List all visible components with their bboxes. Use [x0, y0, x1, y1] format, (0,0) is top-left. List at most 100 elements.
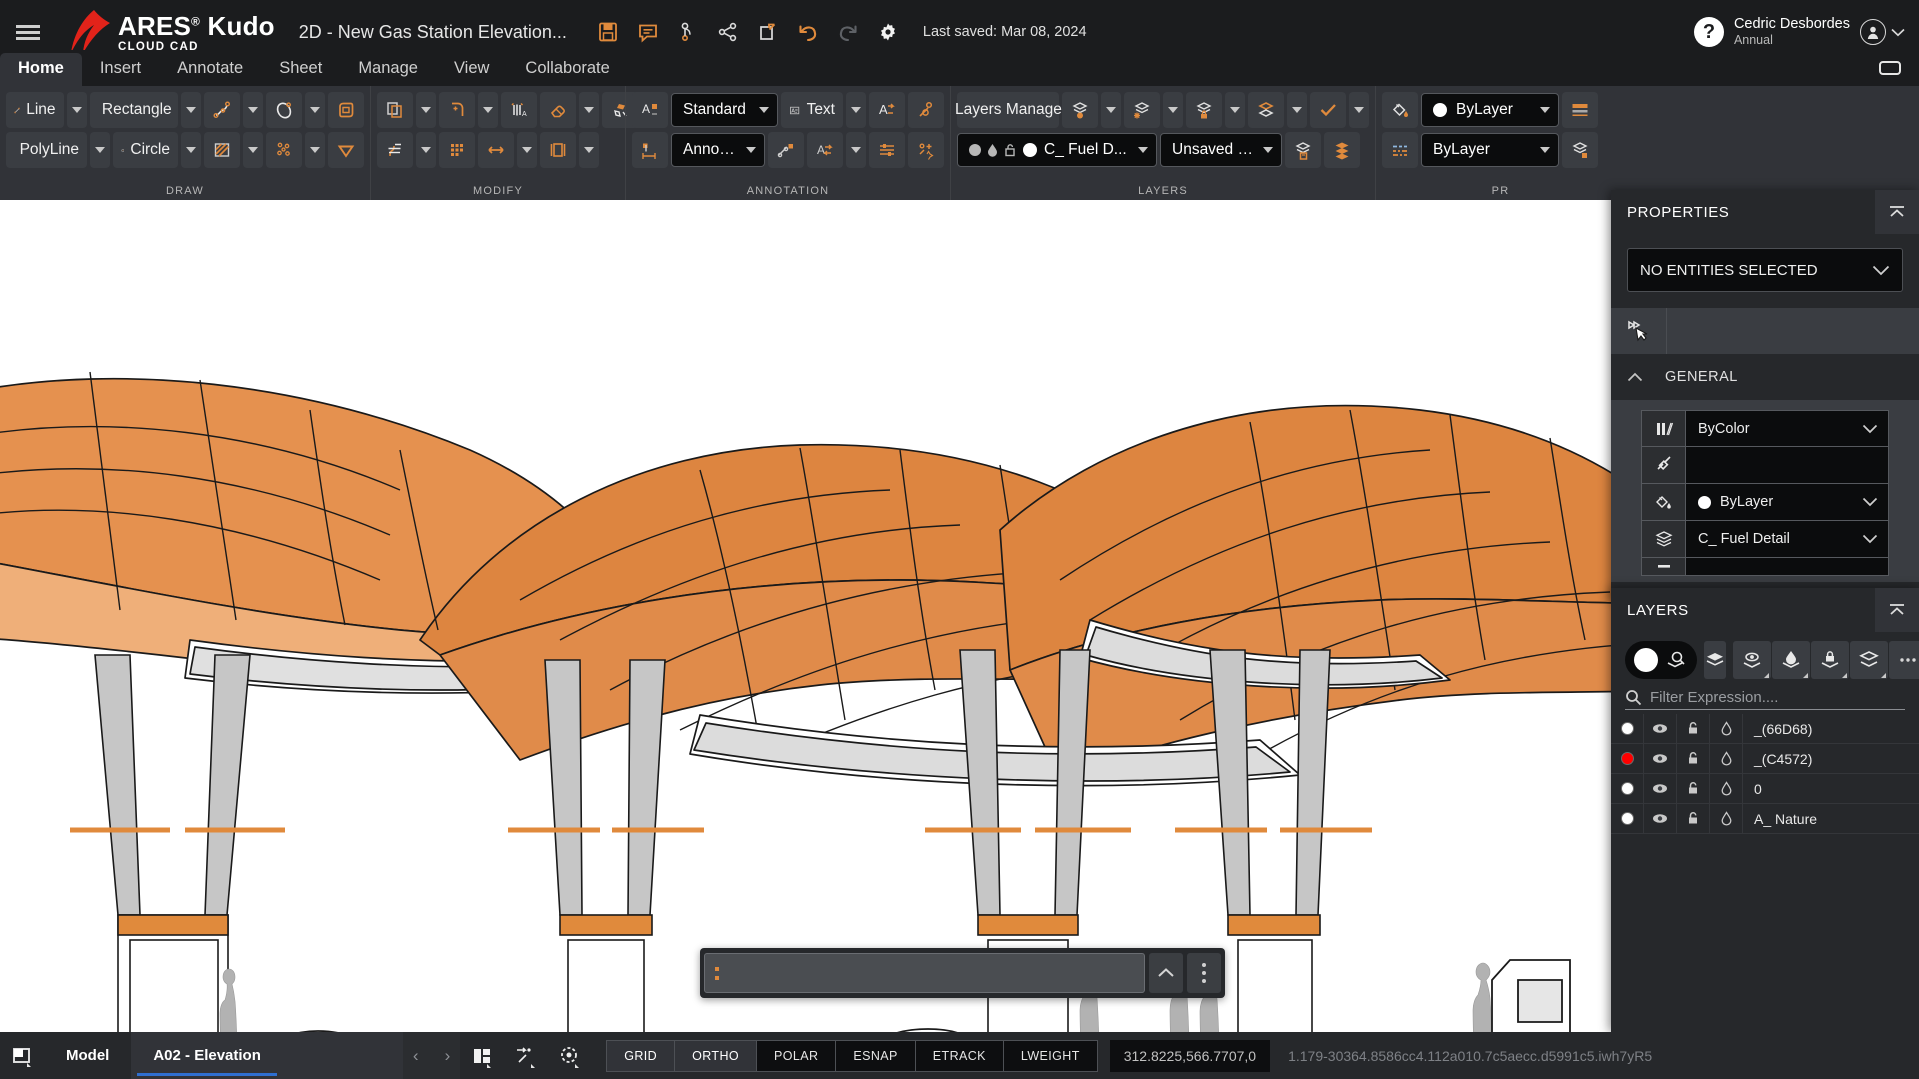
toggle-lweight[interactable]: LWEIGHT: [1004, 1041, 1097, 1071]
circle-dropdown[interactable]: [181, 132, 201, 168]
text-style-combo[interactable]: Standard: [671, 93, 778, 127]
dim-style-combo[interactable]: Annotative: [671, 133, 765, 167]
layer-apply-button[interactable]: [1310, 92, 1346, 128]
property-row-entity-color[interactable]: ByLayer: [1641, 484, 1889, 521]
lineweight-swatch-button[interactable]: [1562, 92, 1598, 128]
layer-filter[interactable]: Filter Expression....: [1625, 689, 1905, 710]
command-menu-button[interactable]: [1187, 953, 1221, 993]
tab-collaborate[interactable]: Collaborate: [507, 53, 627, 86]
trim-button[interactable]: [377, 132, 413, 168]
layers-collapse-button[interactable]: [1875, 588, 1919, 632]
layer-color-cell[interactable]: [1611, 804, 1644, 834]
text-style-button[interactable]: A: [632, 92, 668, 128]
spline-button[interactable]: [204, 92, 240, 128]
ellipse-button[interactable]: [266, 92, 302, 128]
layer-lock-cell[interactable]: [1677, 714, 1710, 744]
tab-insert[interactable]: Insert: [82, 53, 159, 86]
stretch-button[interactable]: [478, 132, 514, 168]
save-icon[interactable]: [589, 12, 627, 52]
layer-color-cell[interactable]: [1611, 774, 1644, 804]
layer-current-button[interactable]: [1248, 92, 1284, 128]
trim-dropdown[interactable]: [416, 132, 436, 168]
dim-linear-button[interactable]: [768, 132, 804, 168]
ribbon-collapse-icon[interactable]: [1877, 59, 1903, 82]
hatch-button[interactable]: [204, 132, 240, 168]
layer-current-dropdown[interactable]: [1287, 92, 1307, 128]
property-value-linetype-scale[interactable]: [1686, 447, 1888, 483]
stretch-dropdown[interactable]: [517, 132, 537, 168]
color-combo[interactable]: ByLayer: [1421, 93, 1559, 127]
tab-annotate[interactable]: Annotate: [159, 53, 261, 86]
property-value-lineweight[interactable]: [1686, 558, 1888, 575]
sheet-prev-button[interactable]: ‹: [413, 1046, 419, 1066]
more-options-button[interactable]: [1889, 641, 1919, 679]
layer-lock-dropdown[interactable]: [1225, 92, 1245, 128]
layer-prop-button[interactable]: [1562, 132, 1598, 168]
scale-dropdown[interactable]: [579, 132, 599, 168]
tab-home[interactable]: Home: [0, 53, 82, 86]
layer-isolate-button[interactable]: [1062, 92, 1098, 128]
layer-plot-cell[interactable]: [1710, 804, 1743, 834]
layer-plot-cell[interactable]: [1710, 774, 1743, 804]
entity-selection-combo[interactable]: NO ENTITIES SELECTED: [1627, 248, 1903, 292]
tab-view[interactable]: View: [436, 53, 507, 86]
fillet-button[interactable]: [439, 92, 475, 128]
rectangle-button[interactable]: Rectangle: [90, 92, 178, 128]
settings-gear-icon[interactable]: [869, 12, 907, 52]
toggle-grid[interactable]: GRID: [607, 1041, 675, 1071]
properties-collapse-button[interactable]: [1875, 190, 1919, 234]
table-row[interactable]: _(66D68): [1611, 714, 1919, 744]
property-row-color-bars[interactable]: ByColor: [1641, 410, 1889, 447]
property-value-layer[interactable]: C_ Fuel Detail: [1686, 521, 1888, 557]
command-expand-button[interactable]: [1149, 953, 1183, 993]
rectangle-dropdown[interactable]: [181, 92, 201, 128]
layer-lock-cell[interactable]: [1677, 744, 1710, 774]
leader-button[interactable]: [908, 92, 944, 128]
layer-freeze-button[interactable]: [1124, 92, 1160, 128]
toggle-etrack[interactable]: ETRACK: [916, 1041, 1004, 1071]
sheet-tab-a02-elevation[interactable]: A02 - Elevation: [131, 1032, 283, 1079]
pattern-array-button[interactable]: [439, 132, 475, 168]
table-row[interactable]: 0: [1611, 774, 1919, 804]
tab-manage[interactable]: Manage: [340, 53, 436, 86]
export-icon[interactable]: [749, 12, 787, 52]
share-icon[interactable]: [709, 12, 747, 52]
version-history-icon[interactable]: [669, 12, 707, 52]
layer-state-combo[interactable]: Unsaved L...: [1160, 133, 1282, 167]
toggle-visibility-button[interactable]: [1733, 641, 1771, 679]
polyline-button[interactable]: PolyLine: [6, 132, 87, 168]
layer-lock-cell[interactable]: [1677, 774, 1710, 804]
gradient-button[interactable]: [328, 132, 364, 168]
layer-plot-cell[interactable]: [1710, 744, 1743, 774]
text-edit-button[interactable]: A: [807, 132, 843, 168]
general-section-header[interactable]: GENERAL: [1611, 354, 1919, 400]
undo-icon[interactable]: [789, 12, 827, 52]
erase-dropdown[interactable]: [579, 92, 599, 128]
layer-visibility-cell[interactable]: [1644, 804, 1677, 834]
text-edit-dropdown[interactable]: [846, 132, 866, 168]
hatch-dropdown[interactable]: [243, 132, 263, 168]
layers-manager-button[interactable]: Layers Manager: [957, 92, 1059, 128]
polyline-dropdown[interactable]: [90, 132, 110, 168]
property-value-color-bars[interactable]: ByColor: [1686, 411, 1888, 446]
point-dropdown[interactable]: [305, 132, 325, 168]
layer-plot-cell[interactable]: [1710, 714, 1743, 744]
toggle-lock-button[interactable]: [1811, 641, 1849, 679]
layer-state-save-button[interactable]: [1285, 132, 1321, 168]
table-row[interactable]: A_ Nature: [1611, 804, 1919, 834]
fillet-dropdown[interactable]: [478, 92, 498, 128]
help-icon[interactable]: ?: [1694, 17, 1724, 47]
sheet-next-button[interactable]: ›: [445, 1046, 451, 1066]
toggle-esnap[interactable]: ESNAP: [836, 1041, 915, 1071]
property-row-layer[interactable]: C_ Fuel Detail: [1641, 521, 1889, 558]
transparency-button[interactable]: [504, 1032, 548, 1079]
comment-icon[interactable]: [629, 12, 667, 52]
erase-button[interactable]: [540, 92, 576, 128]
spline-dropdown[interactable]: [243, 92, 263, 128]
layer-color-cell[interactable]: [1611, 744, 1644, 774]
text-align-button[interactable]: A: [869, 92, 905, 128]
dim-settings-button[interactable]: [869, 132, 905, 168]
layer-freeze-dropdown[interactable]: [1163, 92, 1183, 128]
annotation-scale-button[interactable]: [460, 1032, 504, 1079]
layout-switch-button[interactable]: [0, 1032, 44, 1079]
